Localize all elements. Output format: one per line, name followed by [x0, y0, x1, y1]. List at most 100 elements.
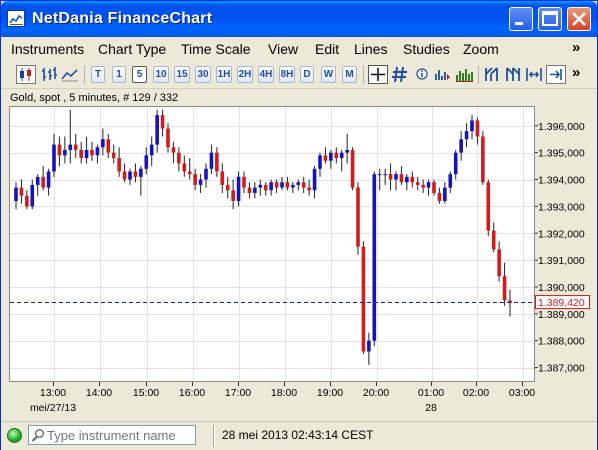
candle [95, 144, 100, 164]
candle-body [242, 176, 246, 188]
candle-body [491, 230, 496, 250]
period-8h-button[interactable]: 8H [279, 66, 295, 83]
candle-body [274, 182, 279, 188]
crosshair-icon[interactable] [368, 65, 388, 84]
candle [453, 149, 458, 180]
menu-time-scale[interactable]: Time Scale [181, 41, 251, 57]
candle [14, 182, 18, 210]
candle-body [68, 144, 73, 150]
time-axis[interactable]: 13:00 14:00 15:00 16:00 17:00 18:00 19:00 20:00… [9, 382, 593, 418]
candlestick-chart-icon[interactable] [16, 65, 36, 84]
menu-overflow-chevron[interactable]: » [572, 39, 580, 56]
period-5min-button[interactable]: 5 [132, 66, 147, 83]
candle-body [263, 184, 268, 191]
menu-lines[interactable]: Lines [354, 41, 387, 57]
x-tick-label: 17:00 [225, 387, 251, 399]
zoom-fit-icon[interactable] [524, 65, 544, 84]
line-chart-icon[interactable] [60, 65, 80, 84]
scroll-left-icon[interactable] [482, 65, 502, 84]
toolbar-overflow-chevron[interactable]: » [572, 64, 580, 81]
search-icon [31, 429, 44, 442]
candle-body [453, 152, 458, 175]
candle-body [470, 120, 474, 132]
grid-icon[interactable] [390, 65, 410, 84]
price-axis[interactable]: 1.396,000 1.395,000 1.394,000 1.393,000 1.39… [535, 106, 593, 382]
candle [117, 147, 121, 177]
period-15min-button[interactable]: 15 [174, 66, 190, 83]
candle-body [323, 155, 328, 161]
current-price-label: 1.389,420 [538, 297, 585, 309]
go-to-end-icon[interactable] [546, 65, 566, 84]
candle [415, 176, 420, 191]
period-4h-button[interactable]: 4H [258, 66, 274, 83]
candle [242, 171, 246, 193]
minimize-button[interactable] [509, 7, 533, 31]
period-tick-button[interactable]: T [91, 66, 105, 83]
menu-studies[interactable]: Studies [403, 41, 450, 57]
candle-body [377, 174, 382, 176]
instrument-search-input[interactable] [47, 427, 193, 443]
candle-body [79, 149, 83, 159]
time-axis-labels: 13:00 14:00 15:00 16:00 17:00 18:00 19:00 20:00… [30, 382, 535, 414]
candle-body [291, 184, 295, 188]
candle [171, 141, 176, 164]
period-30min-button[interactable]: 30 [195, 66, 211, 83]
candle-body [90, 149, 94, 156]
candle [339, 149, 344, 172]
maximize-button[interactable] [538, 7, 562, 31]
menu-instruments[interactable]: Instruments [11, 41, 84, 57]
candle-body [155, 115, 159, 145]
candle-body [117, 158, 121, 172]
candle [280, 176, 284, 191]
candle-body [111, 152, 116, 159]
menu-zoom[interactable]: Zoom [463, 41, 499, 57]
candle [133, 163, 138, 183]
menu-edit[interactable]: Edit [315, 41, 339, 57]
finance-chart-window: NetDania FinanceChart Instruments Chart … [0, 0, 598, 450]
candlestick-chart[interactable] [10, 107, 534, 381]
studies-histogram-icon[interactable] [454, 65, 474, 84]
price-chart-area[interactable] [9, 106, 535, 382]
candle [101, 128, 105, 156]
candle-body [14, 187, 18, 202]
period-week-button[interactable]: W [321, 66, 336, 83]
period-1min-button[interactable]: 1 [112, 66, 126, 83]
candle [426, 179, 431, 196]
y-tick-label: 1.396,000 [538, 121, 585, 133]
instrument-search[interactable] [28, 425, 196, 445]
scroll-right-icon[interactable] [503, 65, 523, 84]
candle [46, 168, 51, 196]
candle [253, 182, 257, 199]
candle [497, 241, 501, 282]
candle [258, 179, 263, 196]
volume-icon[interactable] [433, 65, 453, 84]
period-day-button[interactable]: D [300, 66, 314, 83]
close-button[interactable] [567, 7, 591, 31]
status-datetime: 28 mei 2013 02:43:14 CEST [222, 428, 374, 442]
candle-body [30, 184, 35, 207]
candle [187, 158, 192, 180]
bar-chart-icon[interactable] [39, 65, 59, 84]
candle [209, 144, 214, 175]
y-tick-label: 1.388,000 [538, 336, 585, 348]
menu-chart-type[interactable]: Chart Type [98, 41, 166, 57]
candle [274, 179, 279, 193]
period-10min-button[interactable]: 10 [153, 66, 169, 83]
app-chart-icon [7, 10, 25, 27]
candle [508, 289, 512, 317]
candle-body [106, 139, 111, 153]
period-1h-button[interactable]: 1H [216, 66, 232, 83]
menu-view[interactable]: View [268, 41, 298, 57]
title-bar[interactable]: NetDania FinanceChart [1, 1, 597, 37]
info-icon[interactable] [412, 65, 432, 84]
candle-body [350, 149, 355, 188]
candle [247, 182, 252, 199]
x-tick-label: 16:00 [179, 387, 205, 399]
period-month-button[interactable]: M [342, 66, 357, 83]
candle [57, 136, 62, 167]
candle-body [144, 155, 149, 169]
candle-body [198, 179, 203, 185]
candle [459, 131, 463, 161]
period-2h-button[interactable]: 2H [237, 66, 253, 83]
candle [291, 182, 295, 193]
